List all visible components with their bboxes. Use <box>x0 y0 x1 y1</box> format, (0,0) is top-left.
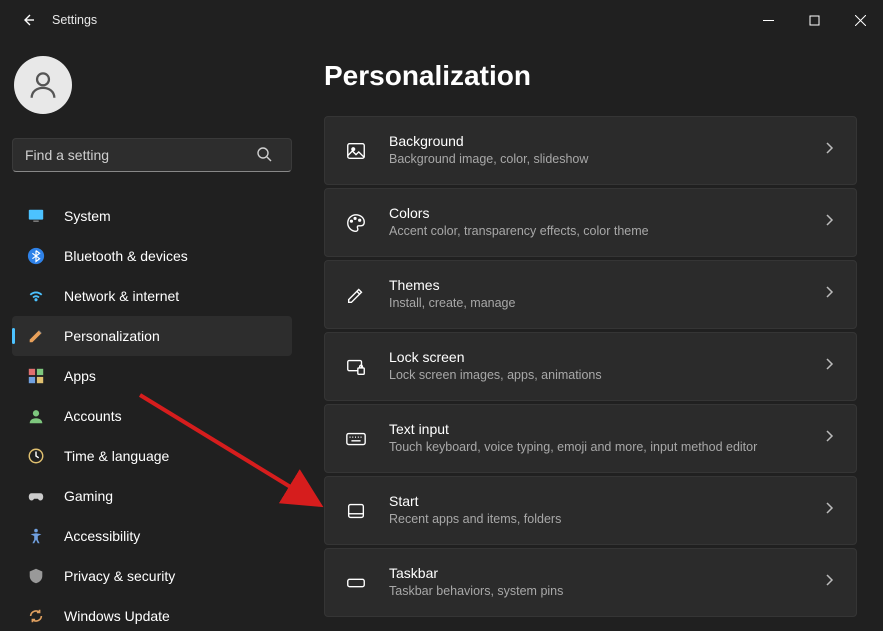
lockscreen-icon <box>345 356 367 378</box>
maximize-button[interactable] <box>791 4 837 36</box>
sidebar-item-gaming[interactable]: Gaming <box>12 476 292 516</box>
chevron-right-icon <box>822 141 836 160</box>
sidebar-item-windows-update[interactable]: Windows Update <box>12 596 292 631</box>
system-icon <box>26 206 46 226</box>
card-text-input[interactable]: Text input Touch keyboard, voice typing,… <box>324 404 857 473</box>
card-themes[interactable]: Themes Install, create, manage <box>324 260 857 329</box>
sidebar-item-system[interactable]: System <box>12 196 292 236</box>
card-text: Lock screen Lock screen images, apps, an… <box>389 348 822 385</box>
gaming-icon <box>26 486 46 506</box>
start-icon <box>345 500 367 522</box>
sidebar-item-privacy[interactable]: Privacy & security <box>12 556 292 596</box>
avatar[interactable] <box>14 56 72 114</box>
sidebar-item-label: Time & language <box>64 448 169 464</box>
sidebar-item-accessibility[interactable]: Accessibility <box>12 516 292 556</box>
sidebar-item-label: Bluetooth & devices <box>64 248 188 264</box>
textinput-icon <box>345 428 367 450</box>
privacy-icon <box>26 566 46 586</box>
back-button[interactable] <box>12 4 44 36</box>
sidebar-item-apps[interactable]: Apps <box>12 356 292 396</box>
sidebar-item-label: Privacy & security <box>64 568 175 584</box>
sidebar-item-label: System <box>64 208 111 224</box>
card-desc: Lock screen images, apps, animations <box>389 367 822 385</box>
sidebar-item-label: Accessibility <box>64 528 140 544</box>
page-title: Personalization <box>324 60 857 92</box>
sidebar-item-time-language[interactable]: Time & language <box>12 436 292 476</box>
colors-icon <box>345 212 367 234</box>
sidebar-item-label: Personalization <box>64 328 160 344</box>
card-text: Themes Install, create, manage <box>389 276 822 313</box>
sidebar-item-label: Windows Update <box>64 608 170 624</box>
sidebar-item-bluetooth[interactable]: Bluetooth & devices <box>12 236 292 276</box>
close-icon <box>855 15 866 26</box>
person-icon <box>26 68 60 102</box>
chevron-right-icon <box>822 285 836 304</box>
personalization-icon <box>26 326 46 346</box>
card-desc: Recent apps and items, folders <box>389 511 822 529</box>
card-start[interactable]: Start Recent apps and items, folders <box>324 476 857 545</box>
search-field <box>12 138 292 172</box>
accounts-icon <box>26 406 46 426</box>
themes-icon <box>345 284 367 306</box>
card-title: Themes <box>389 276 822 294</box>
nav: System Bluetooth & devices Network & int… <box>12 196 292 631</box>
chevron-right-icon <box>822 213 836 232</box>
window-controls <box>745 4 883 36</box>
window-title: Settings <box>52 13 97 27</box>
minimize-icon <box>763 15 774 26</box>
sidebar-item-accounts[interactable]: Accounts <box>12 396 292 436</box>
titlebar: Settings <box>0 0 883 40</box>
sidebar-item-label: Network & internet <box>64 288 179 304</box>
card-desc: Install, create, manage <box>389 295 822 313</box>
card-title: Start <box>389 492 822 510</box>
network-icon <box>26 286 46 306</box>
close-button[interactable] <box>837 4 883 36</box>
card-taskbar[interactable]: Taskbar Taskbar behaviors, system pins <box>324 548 857 617</box>
minimize-button[interactable] <box>745 4 791 36</box>
card-lock-screen[interactable]: Lock screen Lock screen images, apps, an… <box>324 332 857 401</box>
arrow-left-icon <box>20 12 36 28</box>
card-title: Taskbar <box>389 564 822 582</box>
card-text: Background Background image, color, slid… <box>389 132 822 169</box>
maximize-icon <box>809 15 820 26</box>
card-colors[interactable]: Colors Accent color, transparency effect… <box>324 188 857 257</box>
sidebar: System Bluetooth & devices Network & int… <box>0 40 300 631</box>
card-desc: Taskbar behaviors, system pins <box>389 583 822 601</box>
card-title: Background <box>389 132 822 150</box>
sidebar-item-label: Accounts <box>64 408 122 424</box>
chevron-right-icon <box>822 357 836 376</box>
chevron-right-icon <box>822 573 836 592</box>
background-icon <box>345 140 367 162</box>
card-desc: Accent color, transparency effects, colo… <box>389 223 822 241</box>
card-text: Text input Touch keyboard, voice typing,… <box>389 420 822 457</box>
apps-icon <box>26 366 46 386</box>
card-text: Taskbar Taskbar behaviors, system pins <box>389 564 822 601</box>
search-icon <box>256 146 272 167</box>
taskbar-icon <box>345 572 367 594</box>
card-title: Text input <box>389 420 822 438</box>
card-desc: Background image, color, slideshow <box>389 151 822 169</box>
time-icon <box>26 446 46 466</box>
chevron-right-icon <box>822 501 836 520</box>
content: Personalization Background Background im… <box>300 40 883 631</box>
bluetooth-icon <box>26 246 46 266</box>
chevron-right-icon <box>822 429 836 448</box>
card-text: Colors Accent color, transparency effect… <box>389 204 822 241</box>
search-input[interactable] <box>12 138 292 172</box>
card-desc: Touch keyboard, voice typing, emoji and … <box>389 439 822 457</box>
card-list: Background Background image, color, slid… <box>324 116 857 617</box>
card-background[interactable]: Background Background image, color, slid… <box>324 116 857 185</box>
update-icon <box>26 606 46 626</box>
sidebar-item-personalization[interactable]: Personalization <box>12 316 292 356</box>
sidebar-item-label: Apps <box>64 368 96 384</box>
sidebar-item-label: Gaming <box>64 488 113 504</box>
card-title: Lock screen <box>389 348 822 366</box>
card-text: Start Recent apps and items, folders <box>389 492 822 529</box>
sidebar-item-network[interactable]: Network & internet <box>12 276 292 316</box>
card-title: Colors <box>389 204 822 222</box>
accessibility-icon <box>26 526 46 546</box>
